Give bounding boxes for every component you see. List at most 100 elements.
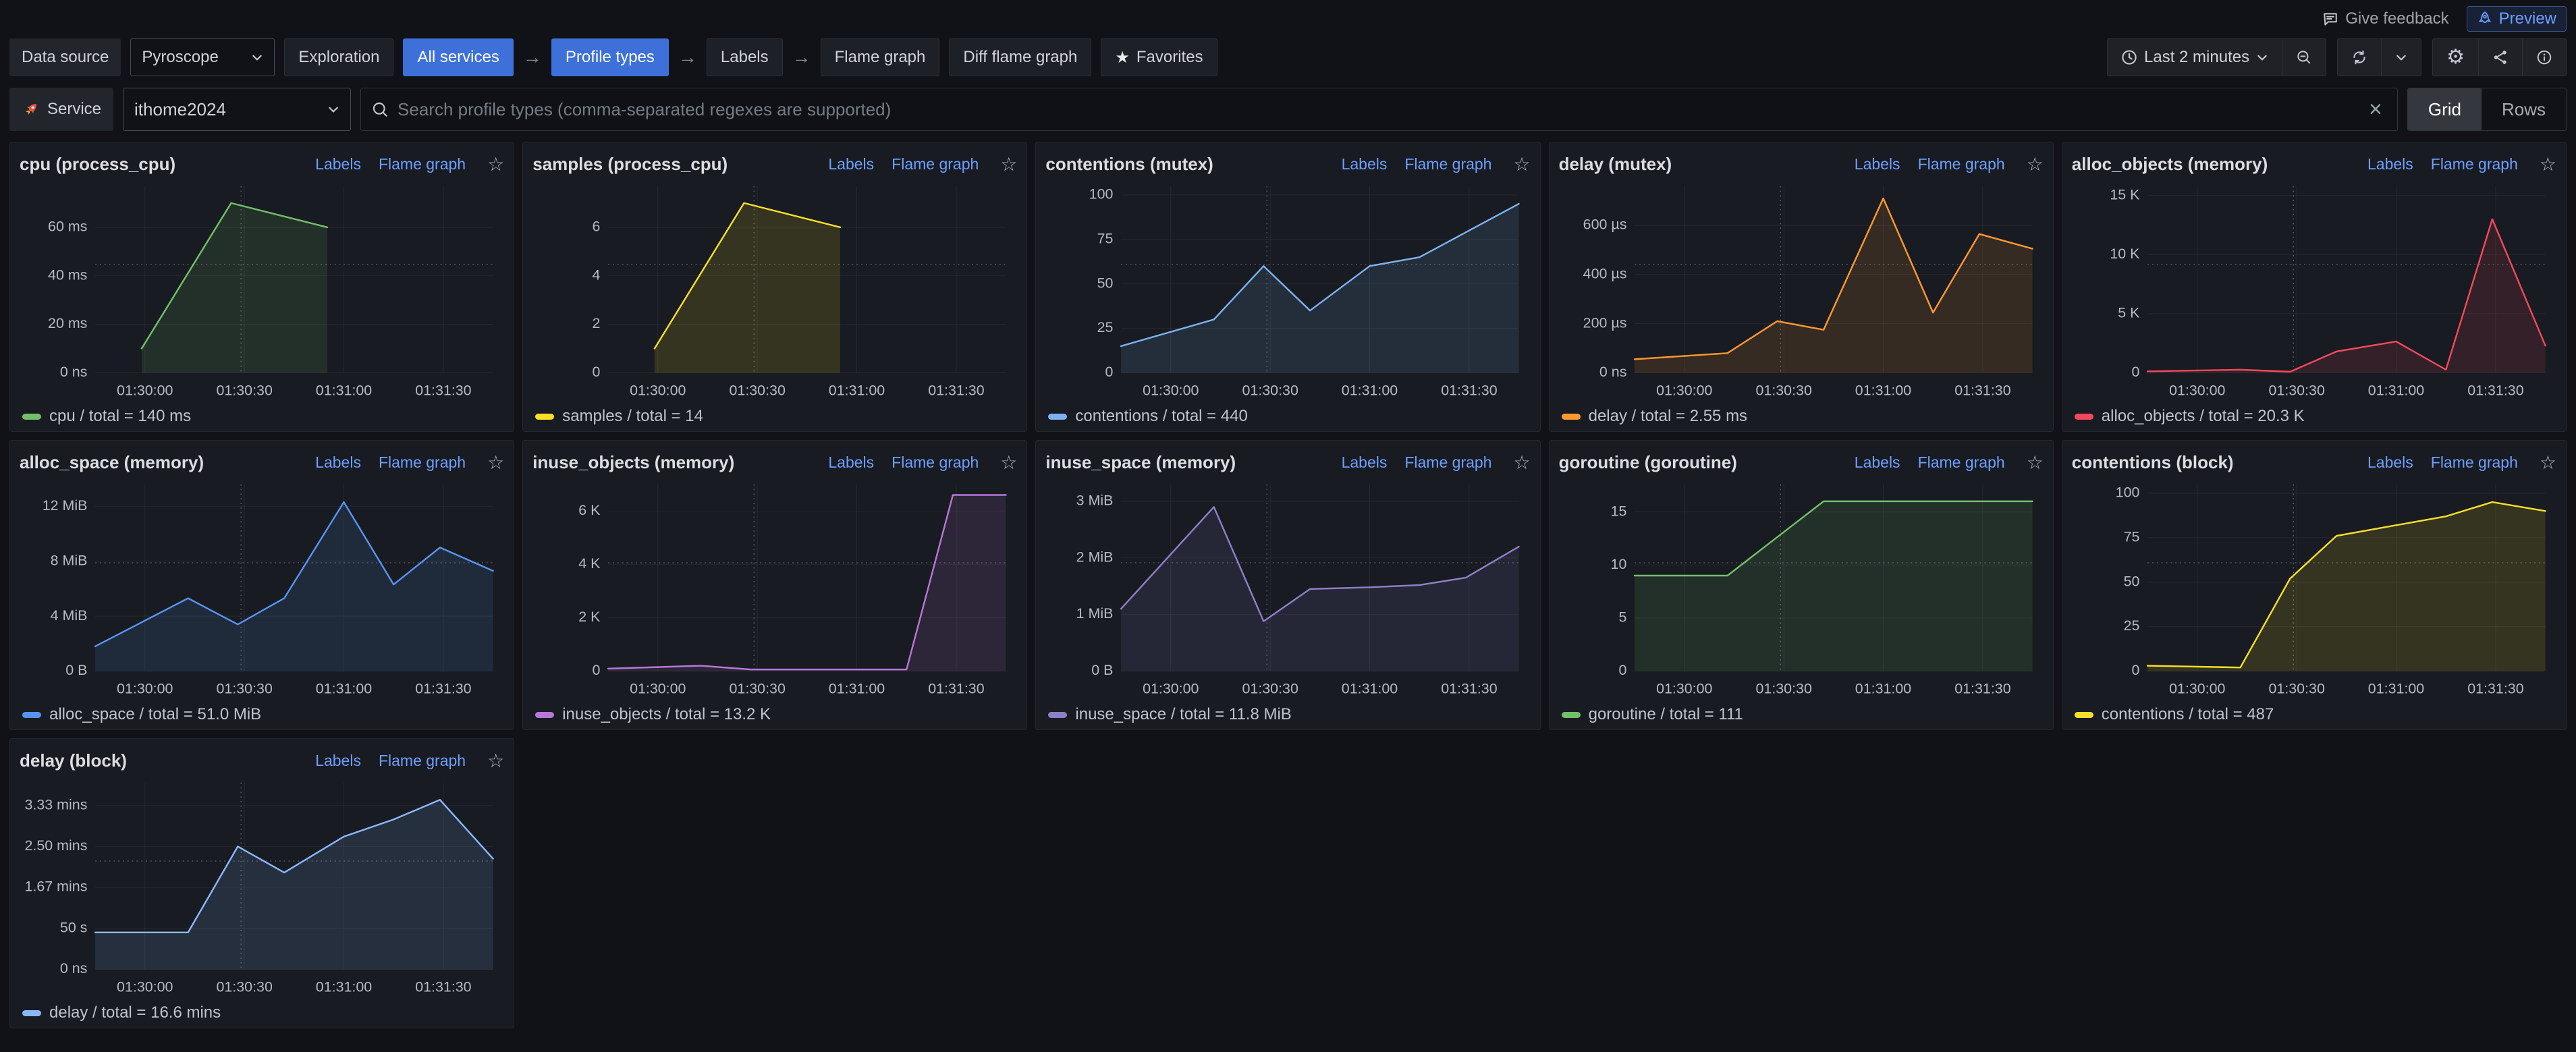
flame-graph-link[interactable]: Flame graph xyxy=(1918,155,2005,173)
favorite-star-icon[interactable]: ☆ xyxy=(2540,153,2556,175)
time-series-chart[interactable]: 0 B4 MiB8 MiB12 MiB01:30:0001:30:3001:31… xyxy=(20,478,504,704)
info-button[interactable] xyxy=(2522,38,2567,76)
legend-label[interactable]: goroutine / total = 111 xyxy=(1589,705,1743,724)
layout-grid-button[interactable]: Grid xyxy=(2408,88,2482,130)
flame-graph-link[interactable]: Flame graph xyxy=(1404,155,1491,173)
panel-header: inuse_space (memory) Labels Flame graph … xyxy=(1045,447,1530,478)
time-series-chart[interactable]: 025507510001:30:0001:30:3001:31:0001:31:… xyxy=(1045,179,1530,406)
share-button[interactable] xyxy=(2478,38,2523,76)
panel-links: Labels Flame graph ☆ xyxy=(1342,153,1531,175)
labels-link[interactable]: Labels xyxy=(2367,155,2413,173)
legend-label[interactable]: delay / total = 2.55 ms xyxy=(1589,407,1747,426)
layout-rows-button[interactable]: Rows xyxy=(2482,88,2566,130)
panel-title: inuse_space (memory) xyxy=(1045,452,1341,473)
time-series-chart[interactable]: 025507510001:30:0001:30:3001:31:0001:31:… xyxy=(2072,478,2556,704)
labels-link[interactable]: Labels xyxy=(1855,155,1900,173)
labels-link[interactable]: Labels xyxy=(315,752,361,770)
legend-swatch xyxy=(22,712,41,718)
search-input[interactable] xyxy=(396,99,2357,121)
favorite-star-icon[interactable]: ☆ xyxy=(1000,153,1017,175)
favorite-star-icon[interactable]: ☆ xyxy=(1513,451,1530,474)
give-feedback-link[interactable]: Give feedback xyxy=(2322,9,2448,28)
labels-link[interactable]: Labels xyxy=(1855,453,1900,472)
labels-link[interactable]: Labels xyxy=(828,453,874,472)
breadcrumb-arrow-icon: → xyxy=(678,47,697,68)
time-range-label: Last 2 minutes xyxy=(2144,48,2249,67)
flame-graph-link[interactable]: Flame graph xyxy=(892,453,979,472)
nav-item-all-services[interactable]: All services xyxy=(403,38,513,76)
time-series-chart[interactable]: 024601:30:0001:30:3001:31:0001:31:30 xyxy=(532,179,1017,406)
svg-text:3.33 mins: 3.33 mins xyxy=(25,796,88,812)
panel-header: inuse_objects (memory) Labels Flame grap… xyxy=(532,447,1017,478)
top-utility-bar: Give feedback Preview xyxy=(9,5,2567,32)
nav-item-favorites[interactable]: ★Favorites xyxy=(1101,38,1217,76)
favorite-star-icon[interactable]: ☆ xyxy=(1513,153,1530,175)
panel-header: delay (mutex) Labels Flame graph ☆ xyxy=(1559,149,2044,179)
legend-swatch xyxy=(535,414,554,420)
zoom-out-button[interactable] xyxy=(2282,38,2326,76)
favorite-star-icon[interactable]: ☆ xyxy=(487,153,504,175)
time-series-chart[interactable]: 0 ns200 µs400 µs600 µs01:30:0001:30:3001… xyxy=(1559,179,2044,406)
favorite-star-icon[interactable]: ☆ xyxy=(2027,451,2044,474)
legend-label[interactable]: contentions / total = 487 xyxy=(2102,705,2274,724)
labels-link[interactable]: Labels xyxy=(1342,155,1388,173)
favorite-star-icon[interactable]: ☆ xyxy=(2027,153,2044,175)
legend-label[interactable]: samples / total = 14 xyxy=(562,407,703,426)
nav-item-labels[interactable]: Labels xyxy=(707,38,783,76)
profile-type-panel: goroutine (goroutine) Labels Flame graph… xyxy=(1549,440,2054,730)
flame-graph-link[interactable]: Flame graph xyxy=(379,453,466,472)
service-picker[interactable]: ithome2024 xyxy=(123,88,351,131)
legend-label[interactable]: delay / total = 16.6 mins xyxy=(49,1003,221,1022)
settings-button[interactable]: ⚙ xyxy=(2432,38,2479,76)
panel-title: inuse_objects (memory) xyxy=(532,452,828,473)
legend-label[interactable]: inuse_space / total = 11.8 MiB xyxy=(1075,705,1291,724)
clear-search-icon[interactable]: × xyxy=(2365,98,2386,121)
profile-type-panel: contentions (block) Labels Flame graph ☆… xyxy=(2062,440,2567,730)
flame-graph-link[interactable]: Flame graph xyxy=(379,155,466,173)
time-series-chart[interactable]: 0 ns50 s1.67 mins2.50 mins3.33 mins01:30… xyxy=(20,776,504,1002)
legend-swatch xyxy=(2075,414,2093,420)
flame-graph-link[interactable]: Flame graph xyxy=(1404,453,1491,472)
svg-text:1 MiB: 1 MiB xyxy=(1076,605,1114,621)
svg-text:20 ms: 20 ms xyxy=(48,315,87,331)
time-series-chart[interactable]: 0 ns20 ms40 ms60 ms01:30:0001:30:3001:31… xyxy=(20,179,504,406)
favorite-star-icon[interactable]: ☆ xyxy=(487,451,504,474)
labels-link[interactable]: Labels xyxy=(315,453,361,472)
legend-label[interactable]: cpu / total = 140 ms xyxy=(49,407,191,426)
legend-label[interactable]: contentions / total = 440 xyxy=(1075,407,1248,426)
nav-item-profile-types[interactable]: Profile types xyxy=(551,38,669,76)
nav-item-flame-graph[interactable]: Flame graph xyxy=(821,38,940,76)
svg-text:01:30:30: 01:30:30 xyxy=(1242,382,1298,398)
time-series-chart[interactable]: 05 K10 K15 K01:30:0001:30:3001:31:0001:3… xyxy=(2072,179,2556,406)
legend-label[interactable]: alloc_objects / total = 20.3 K xyxy=(2102,407,2305,426)
panel-header: cpu (process_cpu) Labels Flame graph ☆ xyxy=(20,149,504,179)
nav-item-exploration[interactable]: Exploration xyxy=(284,38,393,76)
favorite-star-icon[interactable]: ☆ xyxy=(487,750,504,772)
refresh-interval-dropdown[interactable] xyxy=(2381,38,2421,76)
time-range-picker[interactable]: Last 2 minutes xyxy=(2107,38,2282,76)
flame-graph-link[interactable]: Flame graph xyxy=(1918,453,2005,472)
time-series-chart[interactable]: 0 B1 MiB2 MiB3 MiB01:30:0001:30:3001:31:… xyxy=(1045,478,1530,704)
labels-link[interactable]: Labels xyxy=(2367,453,2413,472)
favorite-star-icon[interactable]: ☆ xyxy=(2540,451,2556,474)
flame-graph-link[interactable]: Flame graph xyxy=(2431,155,2518,173)
flame-graph-link[interactable]: Flame graph xyxy=(379,752,466,770)
time-series-chart[interactable]: 05101501:30:0001:30:3001:31:0001:31:30 xyxy=(1559,478,2044,704)
legend-label[interactable]: inuse_objects / total = 13.2 K xyxy=(562,705,771,724)
svg-text:0: 0 xyxy=(1618,662,1626,678)
nav-item-diff-flame-graph[interactable]: Diff flame graph xyxy=(949,38,1091,76)
favorite-star-icon[interactable]: ☆ xyxy=(1000,451,1017,474)
time-series-chart[interactable]: 02 K4 K6 K01:30:0001:30:3001:31:0001:31:… xyxy=(532,478,1017,704)
flame-graph-link[interactable]: Flame graph xyxy=(2431,453,2518,472)
svg-text:0: 0 xyxy=(593,364,601,380)
nav-item-label: Flame graph xyxy=(835,48,926,67)
flame-graph-link[interactable]: Flame graph xyxy=(892,155,979,173)
data-source-picker[interactable]: Pyroscope xyxy=(130,38,275,76)
rocket-icon xyxy=(2477,11,2493,27)
legend-label[interactable]: alloc_space / total = 51.0 MiB xyxy=(49,705,261,724)
labels-link[interactable]: Labels xyxy=(315,155,361,173)
svg-text:75: 75 xyxy=(1097,230,1114,246)
refresh-button[interactable] xyxy=(2337,38,2382,76)
labels-link[interactable]: Labels xyxy=(1342,453,1388,472)
labels-link[interactable]: Labels xyxy=(828,155,874,173)
